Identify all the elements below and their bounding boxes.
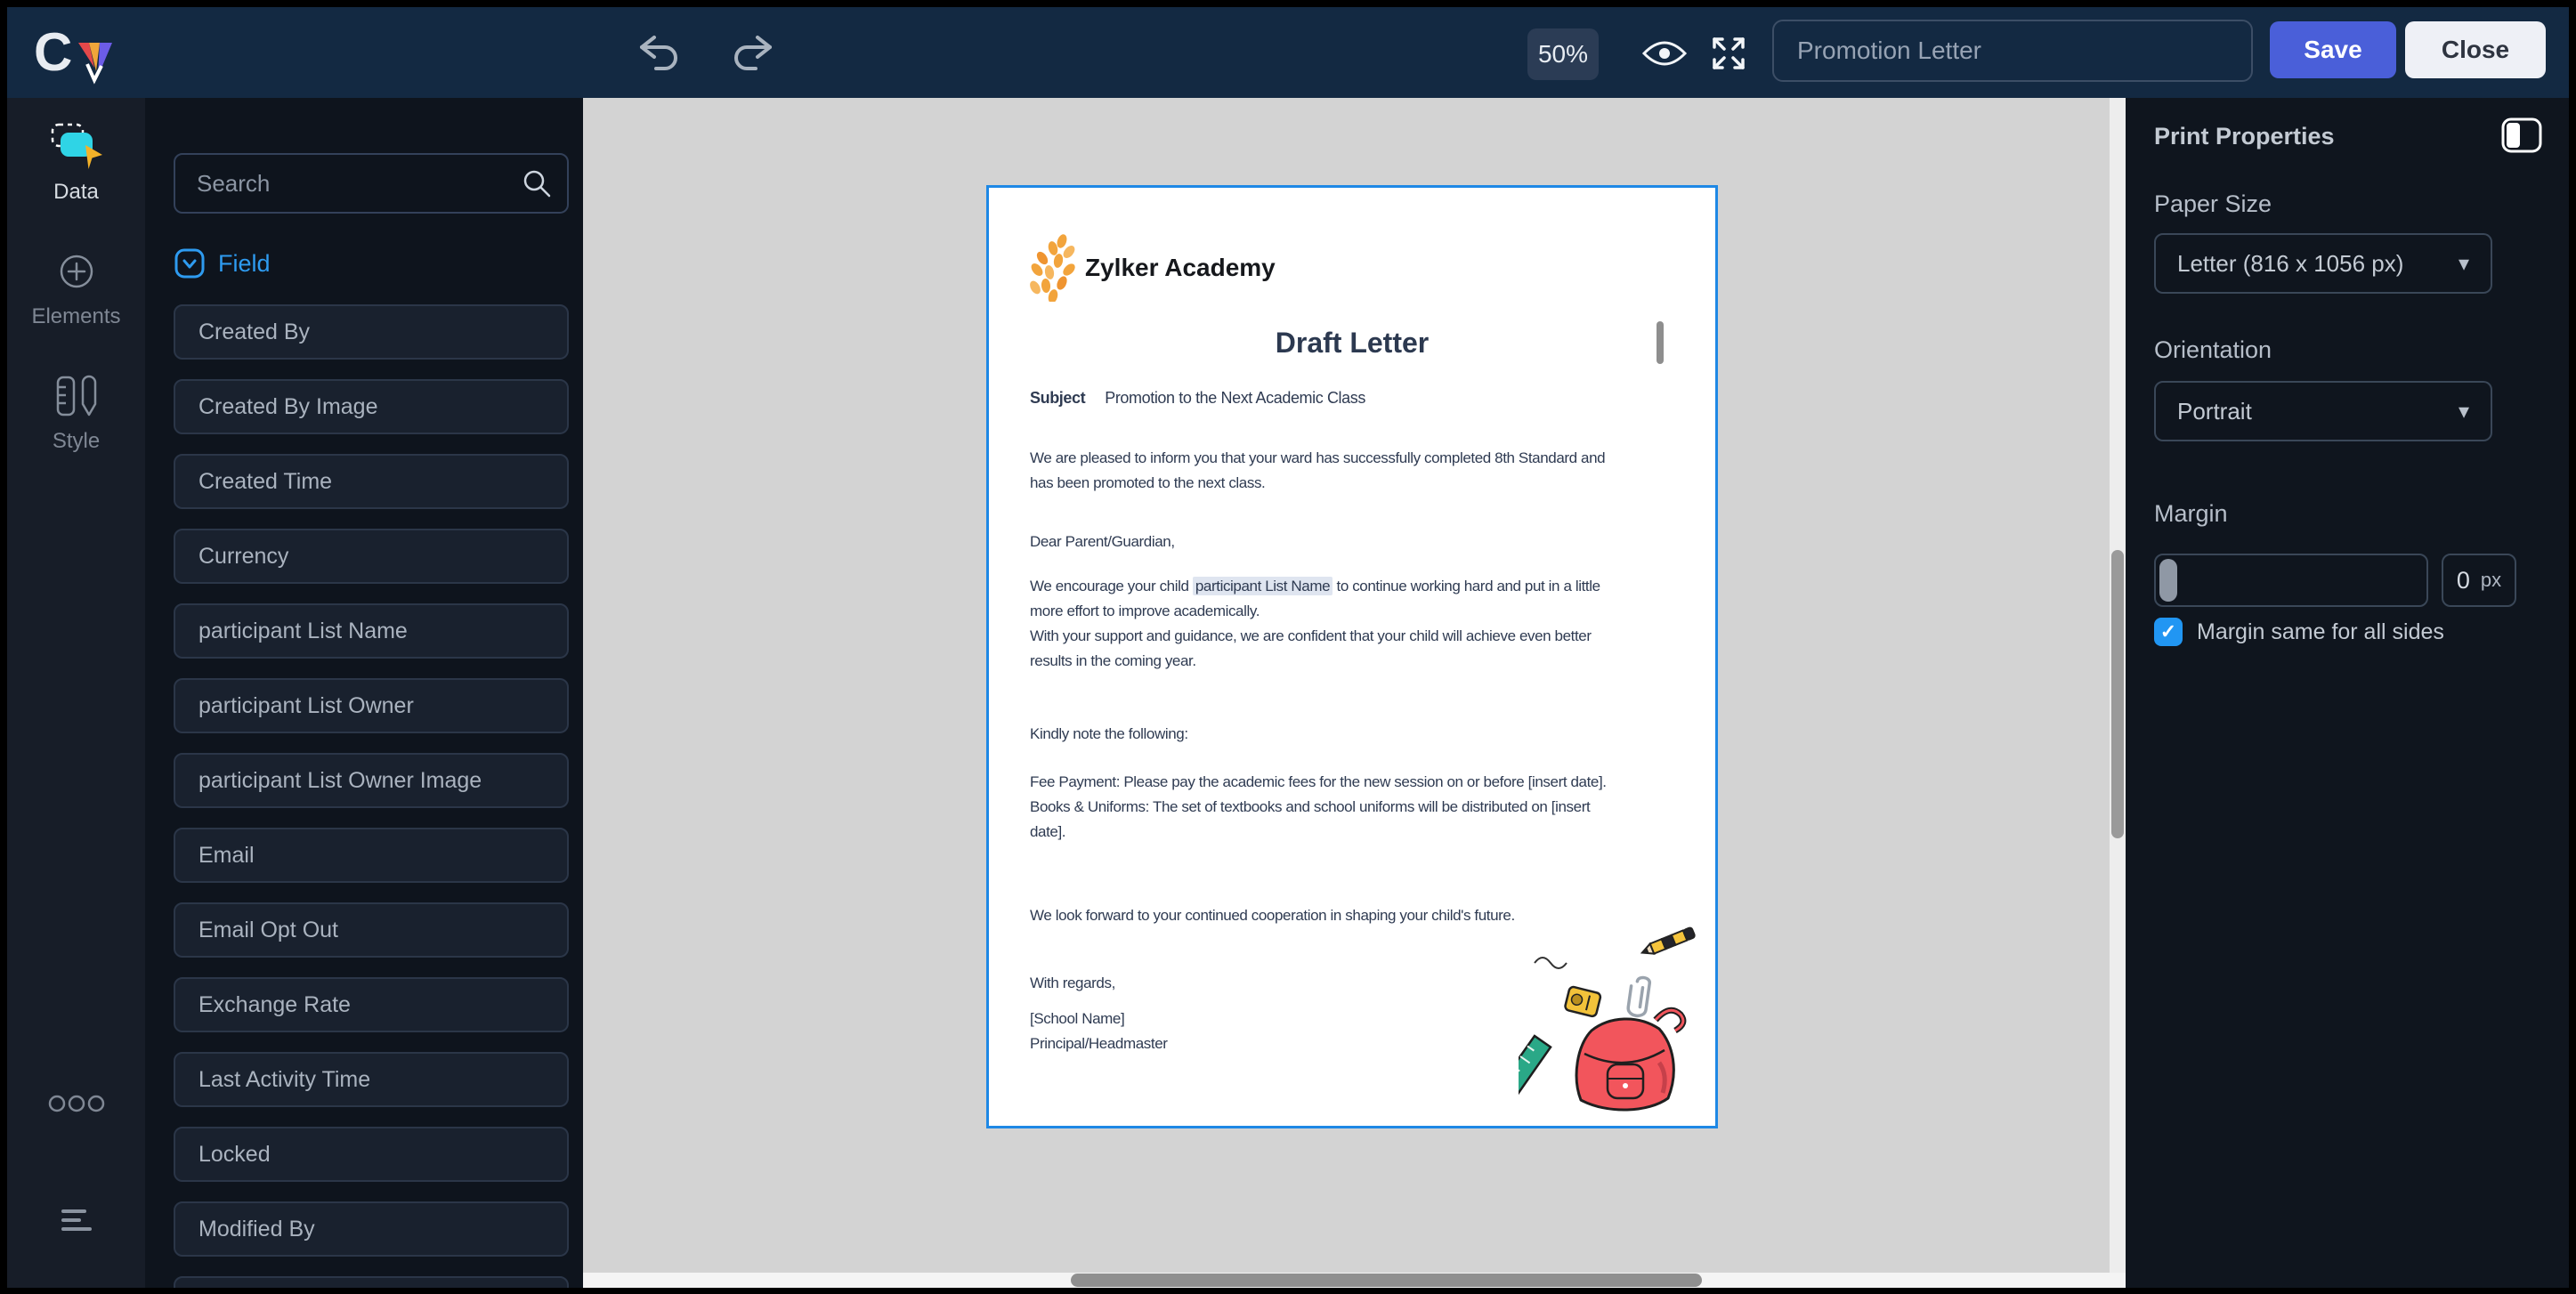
field-item[interactable]: participant List Name: [174, 603, 569, 659]
field-item-partial[interactable]: [174, 1276, 569, 1288]
field-item[interactable]: Email Opt Out: [174, 902, 569, 958]
margin-unit: px: [2481, 569, 2501, 592]
doc-paragraph: We encourage your child participant List…: [1030, 574, 1600, 674]
paper-size-select[interactable]: Letter (816 x 1056 px) ▾: [2154, 233, 2492, 294]
doc-regards: With regards,: [1030, 971, 1115, 996]
doc-brand: Zylker Academy: [1028, 234, 1276, 302]
menu-button[interactable]: [7, 1207, 145, 1233]
document-title-input[interactable]: [1772, 20, 2253, 82]
canvas-vertical-scrollbar[interactable]: [2110, 98, 2126, 1273]
rail-item-style[interactable]: Style: [7, 374, 145, 454]
app-window: C 50%: [0, 0, 2576, 1294]
redo-button[interactable]: [726, 28, 782, 78]
brand-leaves-icon: [1028, 234, 1076, 302]
field-item[interactable]: Currency: [174, 529, 569, 584]
field-section-label: Field: [218, 250, 271, 278]
caret-down-icon: ▾: [2459, 399, 2469, 425]
more-options-icon: [46, 1093, 107, 1114]
margin-slider-thumb[interactable]: [2159, 559, 2177, 602]
doc-subject-value: Promotion to the Next Academic Class: [1105, 389, 1365, 407]
field-item[interactable]: Created By: [174, 304, 569, 360]
orientation-label: Orientation: [2154, 336, 2272, 364]
undo-button[interactable]: [630, 28, 685, 78]
vertical-scrollbar-thumb[interactable]: [2111, 550, 2124, 838]
field-item[interactable]: Email: [174, 828, 569, 883]
style-icon: [51, 374, 102, 420]
caret-down-icon: ▾: [2459, 251, 2469, 277]
rail-item-elements[interactable]: Elements: [7, 247, 145, 329]
redo-icon: [729, 32, 779, 75]
zoom-level-badge[interactable]: 50%: [1527, 28, 1599, 80]
fullscreen-button[interactable]: [1704, 32, 1754, 75]
field-list: Created By Created By Image Created Time…: [174, 304, 569, 1288]
editor-canvas[interactable]: Zylker Academy Draft Letter Subject Promo…: [583, 98, 2126, 1288]
doc-brand-name: Zylker Academy: [1085, 254, 1276, 282]
app-logo: C: [34, 20, 141, 85]
margin-checkbox-label: Margin same for all sides: [2197, 619, 2444, 645]
search-icon: [521, 167, 553, 199]
merge-field-chip[interactable]: participant List Name: [1193, 577, 1333, 595]
left-rail: Data Elements Style: [7, 98, 145, 1288]
data-panel: Field Created By Created By Image Create…: [145, 98, 583, 1288]
doc-subject-label: Subject: [1030, 389, 1085, 407]
rail-item-data[interactable]: Data: [7, 121, 145, 205]
doc-greeting: Dear Parent/Guardian,: [1030, 530, 1175, 554]
eye-icon: [1640, 36, 1689, 70]
save-button[interactable]: Save: [2270, 21, 2396, 78]
field-item[interactable]: Created Time: [174, 454, 569, 509]
panel-title: Print Properties: [2154, 123, 2335, 150]
doc-paragraph: Fee Payment: Please pay the academic fee…: [1030, 770, 1607, 845]
doc-closing: We look forward to your continued cooper…: [1030, 903, 1515, 928]
rail-label-data: Data: [53, 180, 99, 205]
doc-subject-line: Subject Promotion to the Next Academic Cl…: [1030, 385, 1365, 410]
paper-size-label: Paper Size: [2154, 190, 2272, 218]
school-supplies-illustration: [1519, 922, 1718, 1128]
field-item[interactable]: Created By Image: [174, 379, 569, 434]
logo-chevron-icon: [77, 41, 130, 94]
search-input[interactable]: [174, 153, 569, 214]
topbar: C 50%: [7, 7, 2569, 98]
orientation-select[interactable]: Portrait ▾: [2154, 381, 2492, 441]
data-icon: [49, 121, 104, 171]
margin-slider[interactable]: [2154, 554, 2428, 607]
paper-size-value: Letter (816 x 1056 px): [2177, 250, 2403, 278]
undo-icon: [633, 32, 683, 75]
field-item[interactable]: Modified By: [174, 1201, 569, 1257]
field-item[interactable]: participant List Owner: [174, 678, 569, 733]
field-section-toggle[interactable]: Field: [174, 247, 271, 279]
close-button[interactable]: Close: [2405, 21, 2546, 78]
canvas-horizontal-scrollbar[interactable]: [583, 1273, 2126, 1288]
menu-icon: [58, 1207, 95, 1233]
doc-note: Kindly note the following:: [1030, 722, 1188, 747]
letter-page[interactable]: Zylker Academy Draft Letter Subject Promo…: [986, 185, 1718, 1128]
rail-label-elements: Elements: [31, 304, 120, 329]
field-item[interactable]: Locked: [174, 1127, 569, 1182]
doc-mini-scrollbar[interactable]: [1657, 321, 1664, 364]
field-item[interactable]: participant List Owner Image: [174, 753, 569, 808]
more-options-button[interactable]: [7, 1093, 145, 1114]
doc-title: Draft Letter: [989, 327, 1715, 360]
margin-label: Margin: [2154, 500, 2228, 528]
margin-value-box[interactable]: 0 px: [2442, 554, 2516, 607]
checkbox-checked-icon[interactable]: ✓: [2154, 618, 2183, 646]
collapse-panel-button[interactable]: [2501, 117, 2542, 158]
preview-button[interactable]: [1638, 34, 1691, 73]
margin-same-checkbox-row[interactable]: ✓ Margin same for all sides: [2154, 618, 2444, 646]
orientation-value: Portrait: [2177, 398, 2252, 425]
elements-icon: [53, 247, 101, 295]
field-item[interactable]: Exchange Rate: [174, 977, 569, 1032]
margin-value: 0: [2457, 567, 2470, 594]
logo-letter: C: [34, 21, 72, 83]
print-properties-panel: Print Properties Paper Size Letter (816 …: [2126, 98, 2569, 1288]
doc-paragraph: We are pleased to inform you that your w…: [1030, 446, 1605, 496]
expand-icon: [1708, 33, 1749, 74]
field-chevron-icon: [174, 247, 206, 279]
collapse-panel-icon: [2501, 117, 2542, 153]
field-item[interactable]: Last Activity Time: [174, 1052, 569, 1107]
horizontal-scrollbar-thumb[interactable]: [1071, 1274, 1702, 1287]
rail-label-style: Style: [53, 429, 100, 454]
doc-signature: [School Name] Principal/Headmaster: [1030, 1007, 1168, 1056]
